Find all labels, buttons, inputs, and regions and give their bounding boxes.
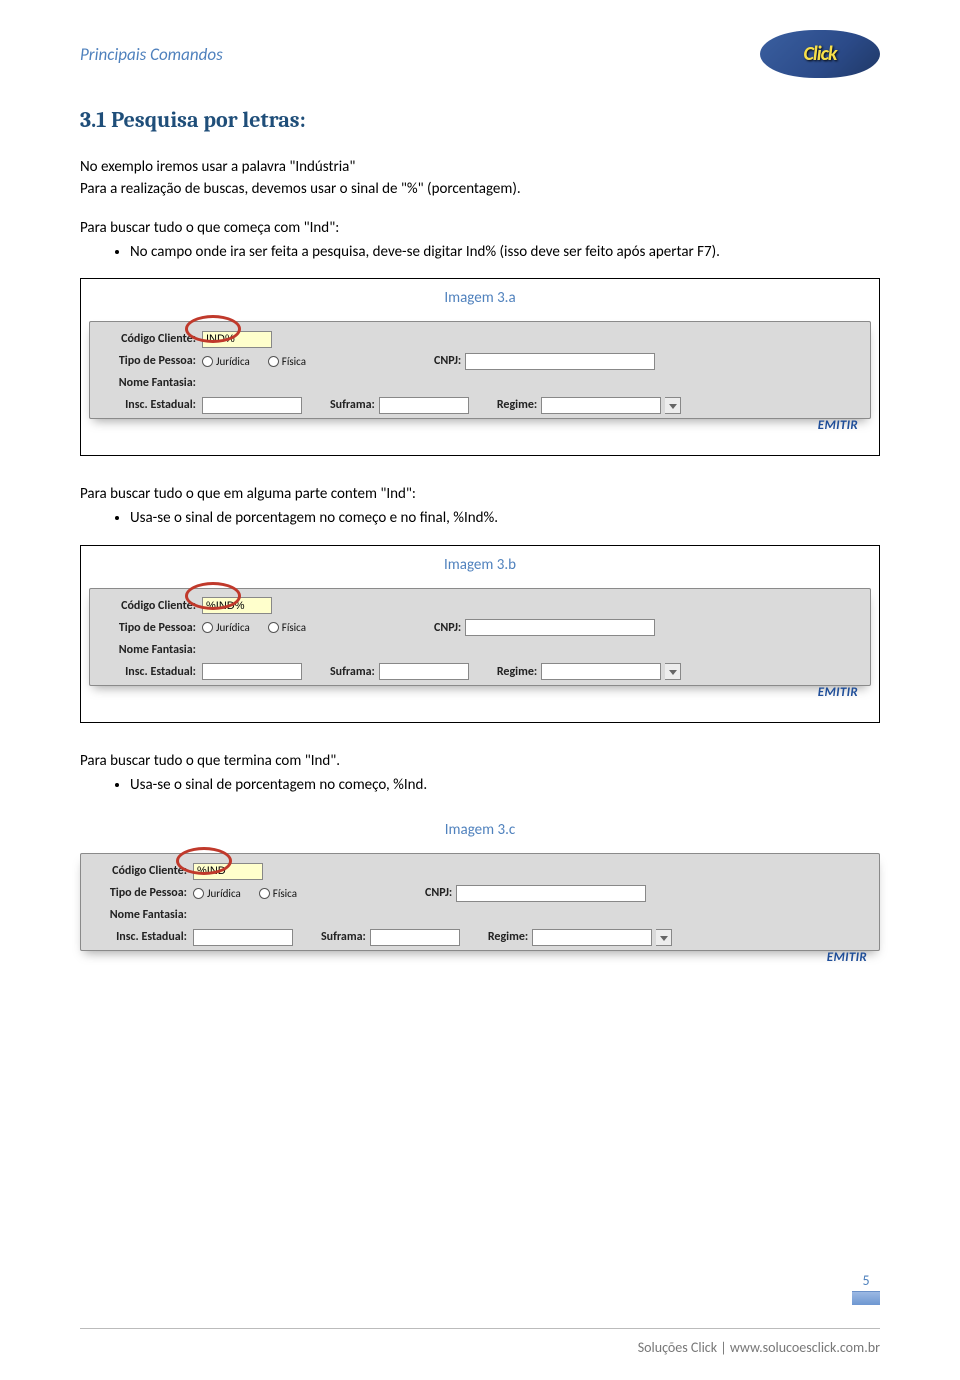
nome-label: Nome Fantasia:: [89, 908, 189, 922]
insc-input[interactable]: [193, 929, 293, 946]
emitir-link[interactable]: EMITIR: [827, 950, 867, 965]
cnpj-input[interactable]: [456, 885, 646, 902]
block-a-bullet: No campo onde ira ser feita a pesquisa, …: [130, 242, 880, 262]
block-c-bullet-list: Usa-se o sinal de porcentagem no começo,…: [80, 775, 880, 795]
figure-c-box: Imagem 3.c Código Cliente: Tipo de Pesso…: [80, 811, 880, 987]
radio-fisica[interactable]: Física: [259, 887, 297, 900]
intro-line-2: Para a realização de buscas, devemos usa…: [80, 179, 880, 199]
footer-text: Soluções Click | www.solucoesclick.com.b…: [638, 1339, 880, 1356]
suframa-label: Suframa:: [330, 665, 375, 679]
cnpj-input[interactable]: [465, 619, 655, 636]
page-number: 5: [862, 1272, 869, 1289]
radio-fisica[interactable]: Física: [268, 355, 306, 368]
figure-a-box: Imagem 3.a Código Cliente: Tipo de Pesso…: [80, 278, 880, 456]
figure-b-caption: Imagem 3.b: [89, 556, 871, 574]
radio-juridica[interactable]: Jurídica: [202, 355, 250, 368]
emitir-link[interactable]: EMITIR: [818, 685, 858, 700]
chevron-down-icon[interactable]: [665, 397, 681, 414]
figure-a-caption: Imagem 3.a: [89, 289, 871, 307]
cnpj-label: CNPJ:: [425, 886, 452, 900]
block-b-bullet-list: Usa-se o sinal de porcentagem no começo …: [80, 508, 880, 528]
nome-label: Nome Fantasia:: [98, 643, 198, 657]
brand-logo: Click: [760, 30, 880, 78]
radio-juridica[interactable]: Jurídica: [193, 887, 241, 900]
block-a-lead: Para buscar tudo o que começa com "Ind":: [80, 218, 880, 238]
regime-label: Regime:: [488, 930, 528, 944]
radio-icon: [259, 888, 270, 899]
insc-label: Insc. Estadual:: [89, 930, 189, 944]
tipo-label: Tipo de Pessoa:: [98, 621, 198, 635]
regime-select[interactable]: [532, 929, 652, 946]
radio-icon: [268, 356, 279, 367]
codigo-input[interactable]: [202, 597, 272, 614]
regime-label: Regime:: [497, 398, 537, 412]
emitir-link[interactable]: EMITIR: [818, 418, 858, 433]
regime-select[interactable]: [541, 397, 661, 414]
insc-input[interactable]: [202, 663, 302, 680]
section-title: 3.1 Pesquisa por letras:: [80, 107, 880, 133]
chevron-down-icon[interactable]: [665, 663, 681, 680]
page-header: Principais Comandos Click: [80, 30, 880, 79]
brand-logo-text: Click: [803, 42, 836, 66]
nome-label: Nome Fantasia:: [98, 376, 198, 390]
regime-select[interactable]: [541, 663, 661, 680]
suframa-input[interactable]: [379, 663, 469, 680]
block-a-bullet-list: No campo onde ira ser feita a pesquisa, …: [80, 242, 880, 262]
radio-icon: [268, 622, 279, 633]
codigo-input[interactable]: [202, 331, 272, 348]
codigo-label: Código Cliente:: [98, 332, 198, 346]
tipo-label: Tipo de Pessoa:: [98, 354, 198, 368]
tipo-label: Tipo de Pessoa:: [89, 886, 189, 900]
insc-input[interactable]: [202, 397, 302, 414]
page-footer: Soluções Click | www.solucoesclick.com.b…: [80, 1328, 880, 1356]
header-title: Principais Comandos: [80, 44, 223, 65]
figure-b-box: Imagem 3.b Código Cliente: Tipo de Pesso…: [80, 545, 880, 723]
page-number-badge: 5: [852, 1272, 880, 1305]
insc-label: Insc. Estadual:: [98, 398, 198, 412]
suframa-label: Suframa:: [330, 398, 375, 412]
form-panel-b: Código Cliente: Tipo de Pessoa: Jurídica…: [89, 588, 871, 686]
block-c-bullet: Usa-se o sinal de porcentagem no começo,…: [130, 775, 880, 795]
form-panel-c: Código Cliente: Tipo de Pessoa: Jurídica…: [80, 853, 880, 951]
suframa-input[interactable]: [379, 397, 469, 414]
radio-juridica[interactable]: Jurídica: [202, 621, 250, 634]
page-number-bar-icon: [852, 1291, 880, 1305]
radio-fisica[interactable]: Física: [268, 621, 306, 634]
suframa-input[interactable]: [370, 929, 460, 946]
block-b-lead: Para buscar tudo o que em alguma parte c…: [80, 484, 880, 504]
regime-label: Regime:: [497, 665, 537, 679]
cnpj-input[interactable]: [465, 353, 655, 370]
suframa-label: Suframa:: [321, 930, 366, 944]
block-c-lead: Para buscar tudo o que termina com "Ind"…: [80, 751, 880, 771]
block-b-bullet: Usa-se o sinal de porcentagem no começo …: [130, 508, 880, 528]
cnpj-label: CNPJ:: [434, 354, 461, 368]
insc-label: Insc. Estadual:: [98, 665, 198, 679]
codigo-label: Código Cliente:: [89, 864, 189, 878]
cnpj-label: CNPJ:: [434, 621, 461, 635]
intro-line-1: No exemplo iremos usar a palavra "Indúst…: [80, 157, 880, 177]
radio-icon: [193, 888, 204, 899]
codigo-input[interactable]: [193, 863, 263, 880]
codigo-label: Código Cliente:: [98, 599, 198, 613]
form-panel-a: Código Cliente: Tipo de Pessoa: Jurídica…: [89, 321, 871, 419]
radio-icon: [202, 622, 213, 633]
figure-c-caption: Imagem 3.c: [80, 821, 880, 839]
radio-icon: [202, 356, 213, 367]
chevron-down-icon[interactable]: [656, 929, 672, 946]
